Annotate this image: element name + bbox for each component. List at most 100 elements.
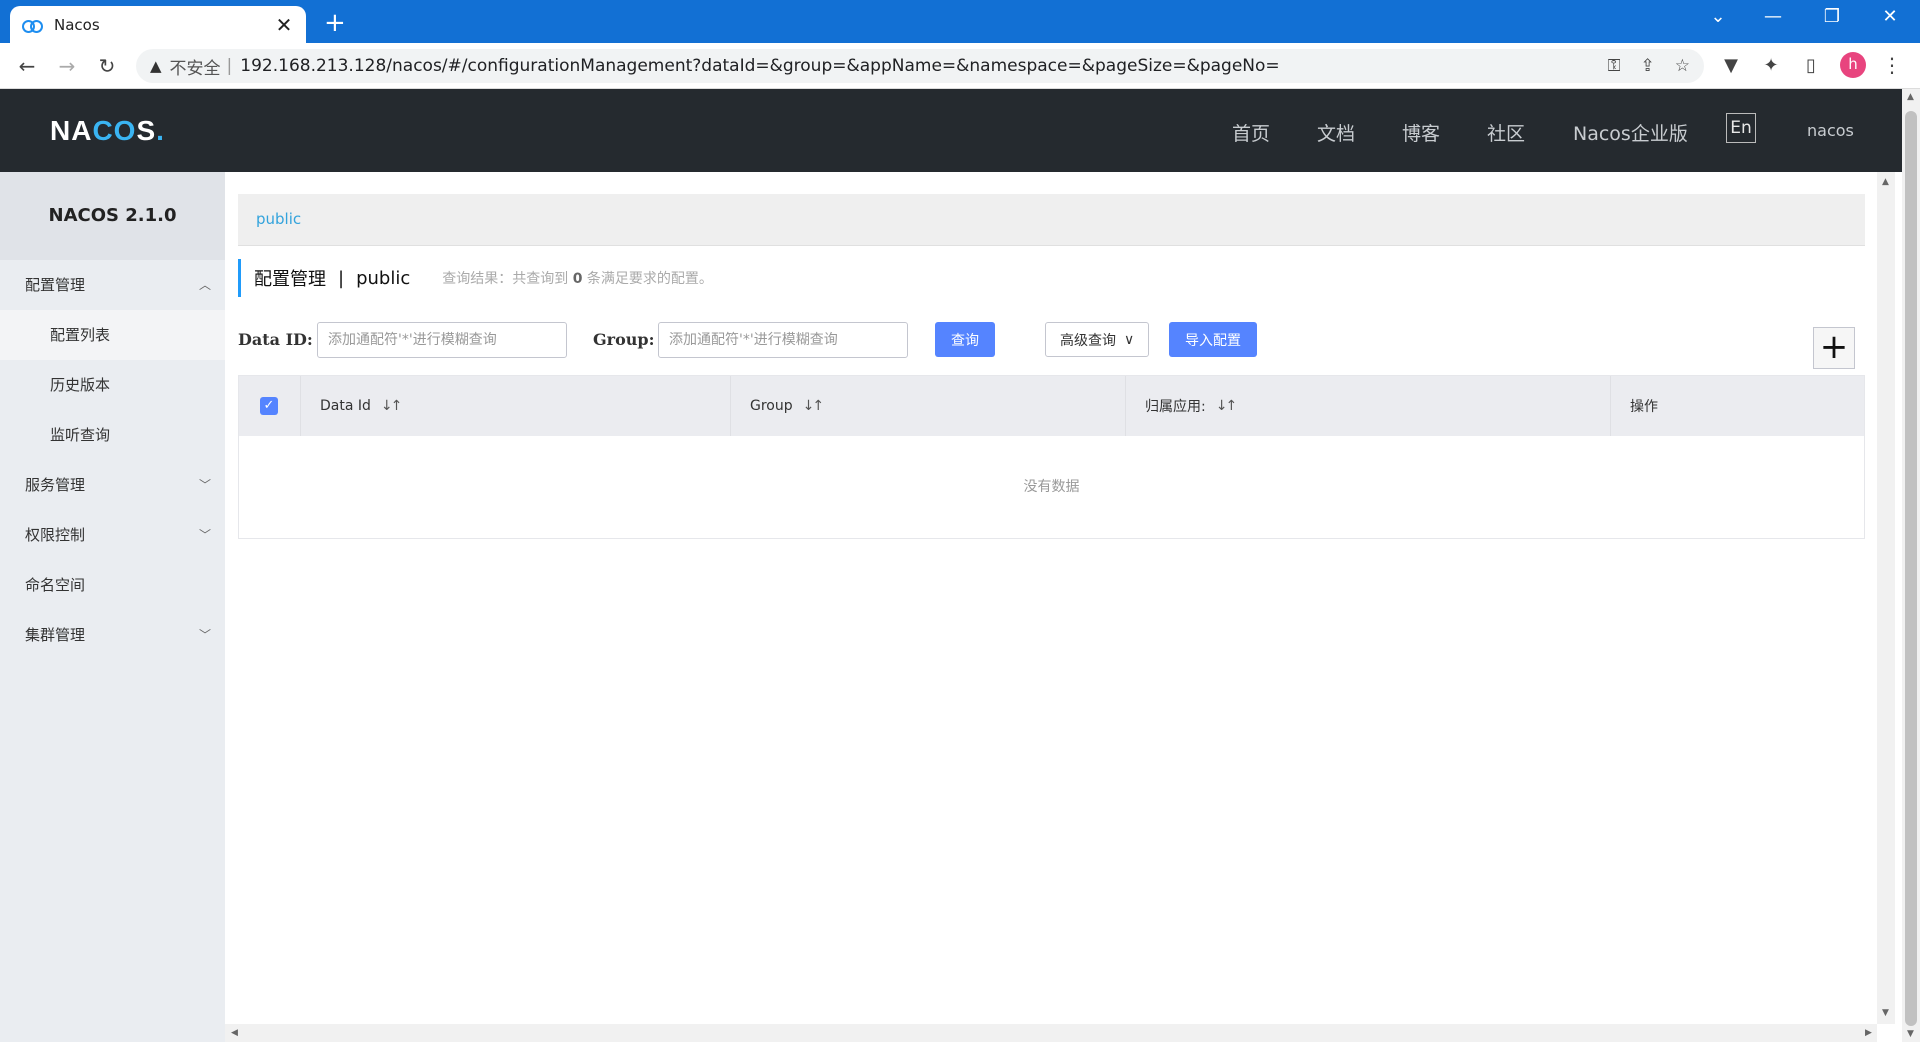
- close-icon[interactable]: ✕: [274, 13, 294, 37]
- column-app[interactable]: 归属应用: ↓↑: [1126, 376, 1611, 436]
- column-operation-label: 操作: [1630, 399, 1658, 415]
- sidebar-item-config-management[interactable]: 配置管理 ︿: [0, 260, 225, 310]
- back-icon[interactable]: ←: [12, 51, 42, 81]
- address-bar: ← → ↻ ▲ 不安全 | 192.168.213.128/nacos/#/co…: [0, 43, 1920, 89]
- column-group[interactable]: Group ↓↑: [731, 376, 1126, 436]
- select-all-checkbox[interactable]: ✓: [260, 397, 278, 415]
- restore-icon[interactable]: ❐: [1814, 6, 1850, 27]
- scroll-up-icon[interactable]: ▲: [1882, 177, 1889, 187]
- scroll-down-icon[interactable]: ▼: [1882, 1008, 1889, 1018]
- column-dataid[interactable]: Data Id ↓↑: [301, 376, 731, 436]
- sidebar-item-config-list[interactable]: 配置列表: [0, 310, 225, 360]
- warning-icon: ▲: [150, 57, 162, 75]
- namespace-bar: public: [238, 194, 1865, 246]
- scroll-right-icon[interactable]: ▶: [1865, 1028, 1872, 1038]
- star-icon[interactable]: ☆: [1675, 56, 1690, 76]
- main-content: public 配置管理 | public 查询结果：共查询到 0 条满足要求的配…: [225, 172, 1877, 1024]
- content-scrollbar[interactable]: ▲ ▼: [1877, 172, 1895, 1024]
- chevron-down-icon: ﹀: [198, 478, 211, 492]
- sidebar-item-listener-query[interactable]: 监听查询: [0, 410, 225, 460]
- group-input[interactable]: [658, 322, 908, 358]
- dataid-label: Data ID:: [238, 330, 313, 349]
- add-config-button[interactable]: +: [1813, 327, 1855, 369]
- reload-icon[interactable]: ↻: [92, 51, 122, 81]
- nav-blog[interactable]: 博客: [1402, 119, 1440, 146]
- nacos-favicon-icon: [22, 19, 43, 33]
- sort-icon[interactable]: ↓↑: [381, 398, 403, 414]
- empty-state: 没有数据: [1023, 479, 1080, 495]
- sidepanel-icon[interactable]: ▯: [1798, 53, 1824, 79]
- config-table: ✓ Data Id ↓↑ Group ↓↑ 归属应用: ↓↑ 操作 没有数据: [238, 375, 1865, 539]
- browser-tab[interactable]: Nacos ✕: [10, 6, 306, 43]
- scroll-down-icon[interactable]: ▼: [1907, 1029, 1914, 1039]
- column-dataid-label: Data Id: [320, 398, 371, 414]
- sort-icon[interactable]: ↓↑: [803, 398, 825, 414]
- omnibox[interactable]: ▲ 不安全 | 192.168.213.128/nacos/#/configur…: [136, 49, 1704, 83]
- chevron-down-icon: ∨: [1124, 331, 1135, 347]
- table-header: ✓ Data Id ↓↑ Group ↓↑ 归属应用: ↓↑ 操作: [239, 376, 1864, 436]
- sidebar-item-label: 历史版本: [50, 376, 111, 394]
- sidebar-item-label: 监听查询: [50, 426, 111, 444]
- sidebar-item-label: 集群管理: [25, 626, 86, 644]
- chevron-down-icon: ﹀: [198, 628, 211, 642]
- url-text: 192.168.213.128/nacos/#/configurationMan…: [240, 56, 1280, 76]
- window-close-icon[interactable]: ✕: [1872, 6, 1908, 27]
- extension-v-icon[interactable]: ▼: [1718, 53, 1744, 79]
- page-scrollbar[interactable]: ▲ ▼: [1902, 89, 1920, 1042]
- query-result-summary: 查询结果：共查询到 0 条满足要求的配置。: [442, 271, 713, 287]
- advanced-query-button[interactable]: 高级查询 ∨: [1045, 322, 1150, 357]
- key-icon[interactable]: ⚿: [1608, 56, 1621, 76]
- profile-avatar[interactable]: h: [1840, 52, 1866, 78]
- more-menu-icon[interactable]: ⋮: [1882, 53, 1902, 77]
- sidebar-item-cluster-management[interactable]: 集群管理 ﹀: [0, 610, 225, 660]
- share-icon[interactable]: ⇪: [1641, 56, 1655, 76]
- sort-icon[interactable]: ↓↑: [1216, 398, 1238, 414]
- sidebar: NACOS 2.1.0 配置管理 ︿ 配置列表 历史版本 监听查询 服务管理 ﹀…: [0, 172, 225, 1042]
- sidebar-item-label: 服务管理: [25, 476, 86, 494]
- new-tab-button[interactable]: +: [324, 8, 346, 38]
- column-group-label: Group: [750, 398, 793, 414]
- user-menu[interactable]: nacos: [1807, 121, 1854, 140]
- browser-tab-bar: Nacos ✕ + ⌄ — ❐ ✕: [0, 0, 1920, 43]
- chevron-up-icon: ︿: [198, 278, 211, 292]
- forward-icon[interactable]: →: [52, 51, 82, 81]
- version-title: NACOS 2.1.0: [0, 172, 225, 260]
- page-title-bar: 配置管理 | public 查询结果：共查询到 0 条满足要求的配置。: [238, 259, 713, 297]
- nav-enterprise[interactable]: Nacos企业版: [1573, 119, 1688, 146]
- nacos-logo[interactable]: NACOS.: [50, 115, 165, 147]
- sidebar-item-service-management[interactable]: 服务管理 ﹀: [0, 460, 225, 510]
- nav-home[interactable]: 首页: [1232, 119, 1270, 146]
- sidebar-item-history[interactable]: 历史版本: [0, 360, 225, 410]
- page-scrollbar-thumb[interactable]: [1905, 111, 1917, 1026]
- scroll-up-icon[interactable]: ▲: [1907, 92, 1914, 102]
- scroll-left-icon[interactable]: ◀: [231, 1028, 238, 1038]
- sidebar-item-namespace[interactable]: 命名空间: [0, 560, 225, 610]
- sidebar-item-label: 配置列表: [50, 326, 111, 344]
- sidebar-item-permission-control[interactable]: 权限控制 ﹀: [0, 510, 225, 560]
- sidebar-item-label: 命名空间: [25, 576, 86, 594]
- dataid-input[interactable]: [317, 322, 567, 358]
- title-separator: |: [338, 267, 345, 289]
- column-app-label: 归属应用:: [1145, 399, 1206, 415]
- nav-community[interactable]: 社区: [1487, 119, 1525, 146]
- page-title: 配置管理: [254, 269, 326, 290]
- search-form: Data ID: Group: 查询 高级查询 ∨ 导入配置: [238, 322, 1878, 368]
- horizontal-scrollbar[interactable]: ◀ ▶: [225, 1024, 1877, 1042]
- query-button[interactable]: 查询: [935, 322, 995, 357]
- language-toggle[interactable]: En: [1726, 113, 1756, 143]
- current-namespace: public: [356, 267, 411, 289]
- sidebar-item-label: 权限控制: [25, 526, 86, 544]
- app-header: NACOS. 首页 文档 博客 社区 Nacos企业版 En nacos: [0, 89, 1902, 172]
- tab-title: Nacos: [54, 15, 100, 34]
- select-all-cell: ✓: [239, 376, 301, 436]
- security-label: 不安全: [169, 58, 221, 79]
- chevron-down-icon[interactable]: ⌄: [1700, 6, 1736, 27]
- security-separator: |: [226, 56, 233, 76]
- import-config-button[interactable]: 导入配置: [1169, 322, 1257, 357]
- namespace-link-public[interactable]: public: [256, 210, 301, 228]
- puzzle-icon[interactable]: ✦: [1758, 53, 1784, 79]
- nav-docs[interactable]: 文档: [1317, 119, 1355, 146]
- minimize-icon[interactable]: —: [1755, 6, 1791, 27]
- advanced-query-label: 高级查询: [1060, 331, 1116, 348]
- column-operation: 操作: [1611, 376, 1864, 436]
